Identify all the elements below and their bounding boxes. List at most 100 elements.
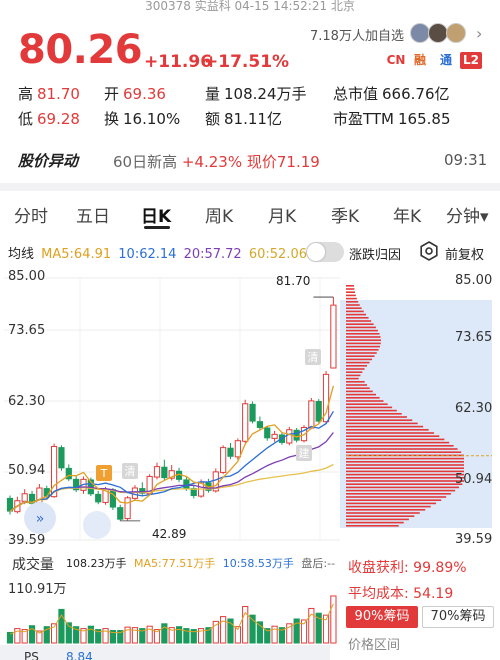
chip-bar (346, 416, 407, 418)
tag-connect[interactable]: 通 (436, 52, 456, 69)
chip-bar (346, 400, 384, 402)
active-tab-indicator (144, 226, 170, 229)
chip-bar (346, 387, 370, 389)
chip-bar (346, 467, 464, 469)
volume-bar (308, 607, 315, 644)
chip-bar (346, 313, 367, 316)
chip-bar (346, 413, 402, 415)
tab-yearly-k[interactable]: 年K (393, 202, 421, 227)
chip-90-button[interactable]: 90%筹码 (346, 606, 418, 628)
volume-legend: 108.23万手 MA5:77.51万手 10:58.53万手 盘后:-- (66, 555, 339, 571)
chip-bar (346, 505, 431, 508)
chip-bar (346, 393, 377, 396)
volume-label[interactable]: 成交量 (12, 554, 54, 574)
chip-price-range: 价格区间 (348, 638, 401, 653)
candle-body (315, 400, 322, 422)
chip-bar (346, 521, 404, 524)
section-divider (0, 183, 500, 191)
chip-bar (346, 297, 357, 300)
tag-margin[interactable]: 融 (410, 52, 430, 69)
abnormal-title[interactable]: 股价异动 (18, 150, 78, 171)
chip-bar (346, 403, 388, 405)
tab-weekly-k[interactable]: 周K (205, 202, 233, 227)
avatar[interactable] (410, 23, 430, 43)
volume-ma5: MA5:77.51万手 (134, 557, 216, 570)
chip-bar (346, 345, 380, 348)
ps-value: 8.84 (66, 650, 93, 660)
chip-bar (346, 310, 364, 313)
avatar[interactable] (428, 23, 448, 43)
candle-body (286, 429, 293, 444)
ma5-value: MA5:64.91 (41, 247, 112, 262)
candle-body (131, 487, 139, 499)
forward-adjust-label[interactable]: 前复权 (445, 244, 484, 263)
chip-bar (346, 358, 373, 361)
chip-bar (346, 489, 456, 492)
chip-average-cost: 平均成本: 54.19 (348, 586, 454, 602)
candle-body (249, 403, 256, 422)
candle-body (21, 493, 28, 502)
chip-bar (346, 515, 415, 517)
chip-bar (346, 457, 464, 460)
candle-body (256, 421, 263, 428)
chip-bar (346, 336, 381, 338)
volume-value: 108.23万手 (66, 557, 127, 570)
tab-five-day[interactable]: 五日 (76, 202, 110, 227)
chip-bar (346, 509, 426, 511)
volume-chart[interactable] (0, 593, 340, 645)
chip-bar (346, 461, 464, 463)
candle-body (43, 488, 50, 497)
chip-70-button[interactable]: 70%筹码 (422, 606, 494, 628)
tab-quarterly-k[interactable]: 季K (331, 202, 359, 227)
trade-badge-label: 清 (125, 465, 136, 478)
stock-header-strip: 300378 实益科 04-15 14:52:21 北京 (145, 0, 355, 13)
followers-count[interactable]: 7.18万人加自选 (310, 25, 404, 44)
chip-bar (346, 496, 447, 498)
price-change-pct: +17.51% (204, 52, 290, 72)
avatar[interactable] (446, 23, 466, 43)
trade-badge-label: T (100, 467, 108, 480)
chip-bar (346, 349, 379, 351)
tag-level2[interactable]: L2 (460, 52, 482, 69)
candle-body (95, 493, 102, 503)
chip-bar (346, 486, 460, 489)
candle-body (153, 466, 161, 478)
chip-bar (346, 448, 458, 450)
high-price-label: 81.70 (276, 274, 311, 288)
stat-turnover: 换 16.10% (104, 110, 181, 128)
candle-body (220, 447, 227, 473)
tab-intraday[interactable]: 分时 (14, 202, 48, 227)
chip-bar (346, 483, 463, 485)
tag-cn[interactable]: CN (384, 52, 408, 69)
stat-amount: 额 81.11亿 (205, 110, 282, 128)
indicator-strip (0, 645, 330, 660)
chip-bar (346, 320, 372, 322)
candle-body (242, 403, 249, 442)
chevron-right-icon[interactable]: › (476, 24, 482, 43)
ma10-value: 10:62.14 (118, 247, 177, 262)
candle-body (58, 447, 65, 469)
chip-bar (346, 381, 365, 383)
stat-pe-ttm: 市盈TTM 165.85 (333, 110, 451, 128)
chip-bar (346, 288, 355, 290)
abnormal-text[interactable]: 60日新高 +4.23% 现价71.19 (113, 151, 320, 172)
trade-badge-label: 清 (308, 351, 319, 364)
stat-open: 开 69.36 (104, 85, 166, 103)
kline-chart[interactable]: 清T清建» (0, 268, 500, 550)
chip-bar (346, 499, 442, 501)
chip-bar (346, 352, 377, 354)
tab-minute[interactable]: 分钟▾ (446, 202, 489, 227)
chip-bar (346, 470, 464, 473)
chip-bar (346, 317, 369, 319)
gear-icon[interactable] (419, 241, 439, 261)
chip-bar (346, 518, 409, 521)
chip-bar (346, 477, 464, 479)
volume-bar (330, 595, 337, 644)
tab-daily-k[interactable]: 日K (141, 202, 171, 227)
chip-bar (346, 445, 454, 447)
attribution-label: 涨跌归因 (349, 248, 402, 263)
chip-bar (346, 438, 445, 441)
tab-monthly-k[interactable]: 月K (268, 202, 296, 227)
volume-after-hours: 盘后:-- (301, 557, 336, 570)
y-label-left: 62.30 (8, 394, 46, 409)
